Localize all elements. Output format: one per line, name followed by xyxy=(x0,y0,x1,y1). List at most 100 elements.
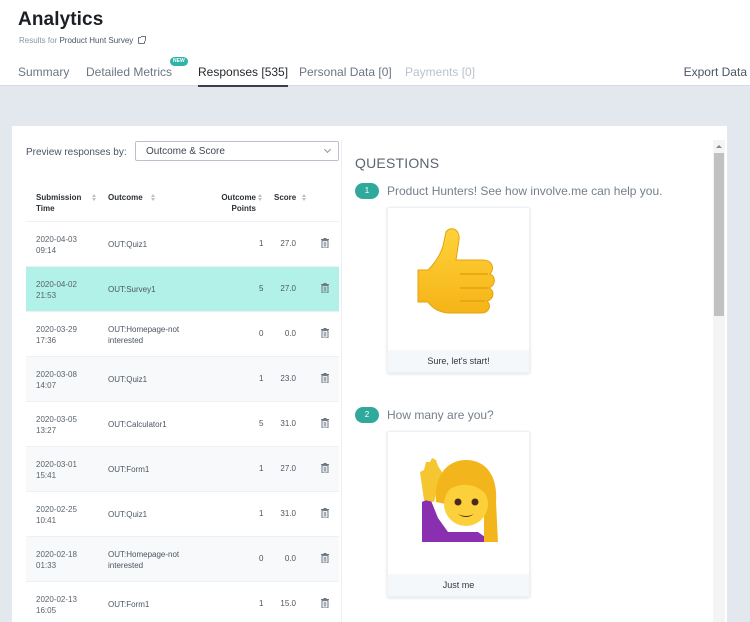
column-submission-time[interactable]: Submission Time xyxy=(36,192,96,214)
tab-detailed-metrics[interactable]: Detailed Metrics xyxy=(86,65,172,79)
trash-icon[interactable] xyxy=(321,283,329,294)
outcome-points: 1 xyxy=(259,599,264,608)
survey-link[interactable]: Product Hunt Survey xyxy=(59,36,133,45)
submission-time: 2020-02-13 16:05 xyxy=(36,594,77,616)
table-row[interactable]: 2020-04-03 09:14 OUT:Quiz1 1 27.0 xyxy=(26,222,339,267)
score: 0.0 xyxy=(284,329,296,338)
outcome-points: 1 xyxy=(259,239,264,248)
outcome: OUT:Form1 xyxy=(108,600,150,609)
table-row[interactable]: 2020-04-02 21:53 OUT:Survey1 5 27.0 xyxy=(26,267,339,312)
submission-date: 2020-03-08 xyxy=(36,370,77,379)
submission-clock: 10:41 xyxy=(36,516,57,525)
submission-time: 2020-04-03 09:14 xyxy=(36,234,77,256)
answer-caption: Sure, let's start! xyxy=(388,350,529,372)
score: 0.0 xyxy=(284,554,296,563)
questions-panel: QUESTIONS 1 Product Hunters! See how inv… xyxy=(343,140,711,622)
table-row[interactable]: 2020-02-25 10:41 OUT:Quiz1 1 31.0 xyxy=(26,492,339,537)
submission-time: 2020-04-02 21:53 xyxy=(36,279,77,301)
submission-clock: 01:33 xyxy=(36,561,57,570)
scrollbar-thumb[interactable] xyxy=(714,153,724,316)
trash-icon[interactable] xyxy=(321,418,329,429)
outcome: OUT:Form1 xyxy=(108,465,150,474)
outcome-points: 5 xyxy=(259,284,264,293)
trash-icon[interactable] xyxy=(321,463,329,474)
score: 27.0 xyxy=(280,284,296,293)
woman-raising-hand-icon xyxy=(420,458,498,542)
column-outcome[interactable]: Outcome xyxy=(108,192,143,203)
submission-date: 2020-03-01 xyxy=(36,460,77,469)
score: 27.0 xyxy=(280,464,296,473)
outcome: OUT:Homepage-not interested xyxy=(108,550,180,570)
outcome: OUT:Calculator1 xyxy=(108,420,167,429)
submission-date: 2020-04-02 xyxy=(36,280,77,289)
trash-icon[interactable] xyxy=(321,553,329,564)
tab-personal-data[interactable]: Personal Data [0] xyxy=(299,65,392,79)
score: 31.0 xyxy=(280,419,296,428)
outcome: OUT:Survey1 xyxy=(108,285,156,294)
submission-clock: 21:53 xyxy=(36,291,57,300)
submission-time: 2020-02-18 01:33 xyxy=(36,549,77,571)
questions-scrollbar[interactable] xyxy=(713,140,725,622)
submission-clock: 14:07 xyxy=(36,381,57,390)
score: 23.0 xyxy=(280,374,296,383)
outcome-points: 1 xyxy=(259,374,264,383)
scroll-up-arrow-icon[interactable] xyxy=(716,145,722,148)
table-row[interactable]: 2020-02-13 16:05 OUT:Form1 1 15.0 xyxy=(26,582,339,622)
export-data-button[interactable]: Export Data xyxy=(684,65,747,79)
right-gutter xyxy=(727,126,750,622)
trash-icon[interactable] xyxy=(321,373,329,384)
trash-icon[interactable] xyxy=(321,508,329,519)
score: 15.0 xyxy=(280,599,296,608)
submission-time: 2020-03-08 14:07 xyxy=(36,369,77,391)
submission-time: 2020-03-29 17:36 xyxy=(36,324,77,346)
table-row[interactable]: 2020-03-05 13:27 OUT:Calculator1 5 31.0 xyxy=(26,402,339,447)
preview-label: Preview responses by: xyxy=(26,147,127,158)
submission-time: 2020-02-25 10:41 xyxy=(36,504,77,526)
sort-icon[interactable] xyxy=(151,194,155,202)
submission-clock: 15:41 xyxy=(36,471,57,480)
sort-icon[interactable] xyxy=(258,194,262,202)
table-row[interactable]: 2020-03-29 17:36 OUT:Homepage-not interest… xyxy=(26,312,339,357)
outcome: OUT:Quiz1 xyxy=(108,375,148,384)
submission-clock: 13:27 xyxy=(36,426,57,435)
submission-date: 2020-03-05 xyxy=(36,415,77,424)
outcome: OUT:Quiz1 xyxy=(108,240,148,249)
outcome-points: 0 xyxy=(259,554,264,563)
score: 27.0 xyxy=(280,239,296,248)
table-body: 2020-04-03 09:14 OUT:Quiz1 1 27.0 2020-04-02 2… xyxy=(26,222,339,622)
column-score[interactable]: Score xyxy=(274,192,296,203)
tab-responses[interactable]: Responses [535] xyxy=(198,65,289,87)
trash-icon[interactable] xyxy=(321,238,329,249)
tab-label: Personal Data [0] xyxy=(299,65,392,79)
subtitle-prefix: Results for xyxy=(19,36,58,45)
column-outcome-points[interactable]: Outcome Points xyxy=(210,192,256,214)
submission-clock: 17:36 xyxy=(36,336,57,345)
answer-card[interactable]: Just me xyxy=(387,431,530,597)
submission-date: 2020-02-13 xyxy=(36,595,77,604)
table-header: Submission Time Outcome Outcome Points S… xyxy=(26,181,339,222)
tab-label: Payments [0] xyxy=(405,65,476,79)
table-row[interactable]: 2020-02-18 01:33 OUT:Homepage-not interest… xyxy=(26,537,339,582)
submission-date: 2020-02-18 xyxy=(36,550,77,559)
question-number-badge: 1 xyxy=(355,183,379,199)
trash-icon[interactable] xyxy=(321,328,329,339)
answer-card[interactable]: Sure, let's start! xyxy=(387,207,530,373)
trash-icon[interactable] xyxy=(321,598,329,609)
submission-date: 2020-02-25 xyxy=(36,505,77,514)
sort-icon[interactable] xyxy=(92,194,96,202)
tab-bar: Summary Detailed Metrics NEW Responses [… xyxy=(0,57,750,87)
new-badge: NEW xyxy=(170,57,188,66)
page-header: Analytics Results for Product Hunt Surve… xyxy=(0,0,750,87)
table-row[interactable]: 2020-03-01 15:41 OUT:Form1 1 27.0 xyxy=(26,447,339,492)
subtitle: Results for Product Hunt Survey xyxy=(19,36,146,45)
submission-date: 2020-03-29 xyxy=(36,325,77,334)
external-link-icon[interactable] xyxy=(137,36,146,44)
submission-time: 2020-03-05 13:27 xyxy=(36,414,77,436)
responses-table: Submission Time Outcome Outcome Points S… xyxy=(26,181,339,622)
preview-select[interactable]: Outcome & Score xyxy=(135,141,339,161)
panel-divider xyxy=(341,140,342,622)
outcome-points: 5 xyxy=(259,419,264,428)
table-row[interactable]: 2020-03-08 14:07 OUT:Quiz1 1 23.0 xyxy=(26,357,339,402)
tab-summary[interactable]: Summary xyxy=(18,65,69,79)
sort-icon[interactable] xyxy=(302,194,306,202)
